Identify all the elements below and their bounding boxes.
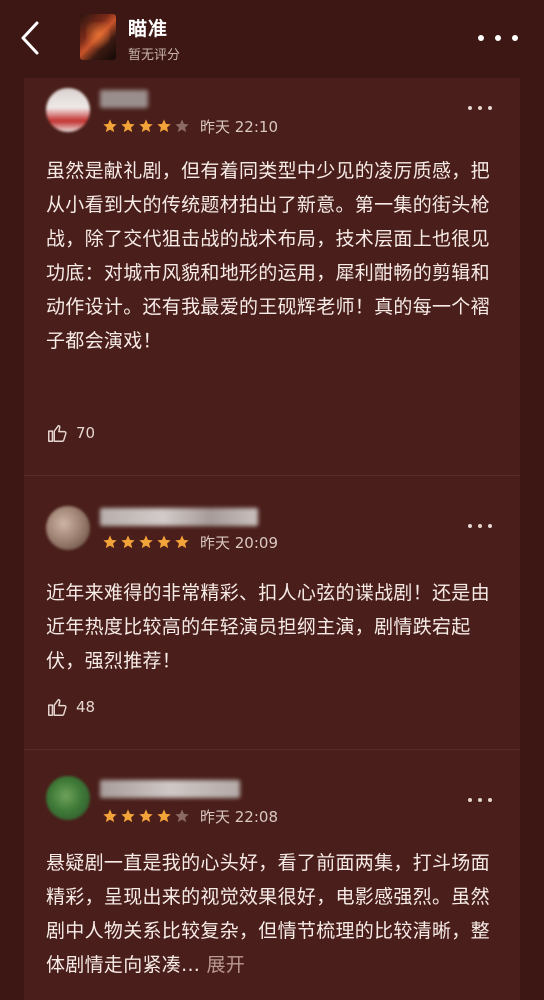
star-icon — [121, 119, 135, 133]
star-icon — [139, 809, 153, 823]
review-time: 昨天 20:09 — [200, 534, 278, 552]
page-title: 瞄准 — [128, 18, 169, 40]
review-text: 虽然是献礼剧，但有着同类型中少见的凌厉质感，把从小看到大的传统题材拍出了新意。第… — [46, 160, 490, 352]
avatar[interactable] — [46, 776, 90, 820]
star-icon — [175, 809, 189, 823]
more-dots-icon[interactable] — [478, 28, 518, 48]
review-card: 昨天 22:08 悬疑剧一直是我的心头好，看了前面两集，打斗场面精彩，呈现出来的… — [24, 750, 520, 1000]
rating-stars — [102, 118, 190, 134]
review-more-icon[interactable] — [468, 796, 492, 804]
review-card: 昨天 20:09 近年来难得的非常精彩、扣人心弦的谍战剧！还是由近年热度比较高的… — [24, 476, 520, 750]
rating-stars — [102, 534, 190, 550]
review-more-icon[interactable] — [468, 522, 492, 530]
star-icon — [139, 119, 153, 133]
thumbs-up-icon — [48, 698, 67, 716]
rating-stars — [102, 808, 190, 824]
like-button[interactable]: 70 — [46, 422, 95, 444]
avatar[interactable] — [46, 88, 90, 132]
like-count: 48 — [76, 698, 96, 716]
star-icon — [157, 119, 171, 133]
like-button[interactable]: 48 — [46, 696, 95, 718]
thumbs-up-icon — [48, 424, 67, 442]
top-bar: 瞄准 暂无评分 — [0, 0, 544, 78]
expand-link[interactable]: 展开 — [206, 954, 245, 976]
username-blurred[interactable] — [100, 508, 258, 526]
review-card: 昨天 22:10 虽然是献礼剧，但有着同类型中少见的凌厉质感，把从小看到大的传统… — [24, 78, 520, 476]
review-text-content: 悬疑剧一直是我的心头好，看了前面两集，打斗场面精彩，呈现出来的视觉效果很好，电影… — [46, 852, 490, 976]
star-icon — [157, 535, 171, 549]
username-blurred[interactable] — [100, 780, 240, 798]
like-count: 70 — [76, 424, 96, 442]
rating-subtitle: 暂无评分 — [128, 48, 181, 63]
review-text: 近年来难得的非常精彩、扣人心弦的谍战剧！还是由近年热度比较高的年轻演员担纲主演，… — [46, 582, 490, 672]
avatar[interactable] — [46, 506, 90, 550]
star-icon — [121, 809, 135, 823]
show-poster[interactable] — [80, 14, 116, 60]
star-icon — [175, 535, 189, 549]
username-blurred[interactable] — [100, 90, 148, 108]
star-icon — [103, 809, 117, 823]
star-icon — [103, 119, 117, 133]
star-icon — [121, 535, 135, 549]
star-icon — [139, 535, 153, 549]
review-time: 昨天 22:08 — [200, 808, 278, 826]
review-text: 悬疑剧一直是我的心头好，看了前面两集，打斗场面精彩，呈现出来的视觉效果很好，电影… — [46, 846, 508, 982]
star-icon — [175, 119, 189, 133]
star-icon — [157, 809, 171, 823]
star-icon — [103, 535, 117, 549]
review-more-icon[interactable] — [468, 104, 492, 112]
back-button[interactable] — [16, 20, 44, 56]
back-arrow-icon — [21, 21, 39, 55]
review-time: 昨天 22:10 — [200, 118, 278, 136]
